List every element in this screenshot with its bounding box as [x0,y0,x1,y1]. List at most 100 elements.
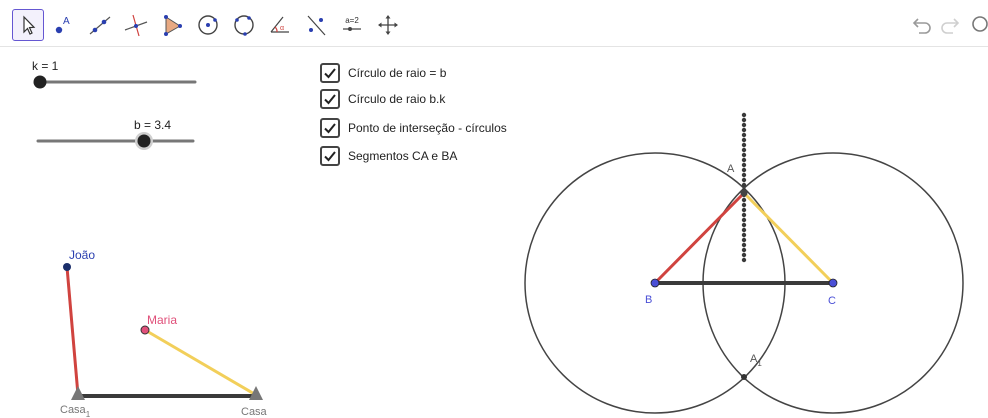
locus-dot [741,132,747,138]
checkbox-segments-ca-ba[interactable]: Segmentos CA e BA [320,145,457,167]
checkbox-intersection-point[interactable]: Ponto de interseção - círculos [320,117,507,139]
joao-point[interactable] [63,263,71,271]
joao-label: João [69,248,95,262]
svg-text:α: α [280,25,284,32]
polygon-tool-button[interactable] [156,9,188,41]
locus-dot [741,117,747,123]
label-c: C [828,295,836,307]
checkmark-icon [324,123,336,134]
locus-dot [741,207,747,213]
line-tool-button[interactable] [84,9,116,41]
locus-dot [741,217,747,223]
slider-icon-text: a=2 [345,16,359,25]
casa1-label-sub: 1 [86,410,91,418]
circle-center-point-tool-icon [198,15,218,35]
point-a1[interactable] [741,374,747,380]
slider-b[interactable] [30,130,200,152]
segment-ca [742,191,835,285]
locus-dot [741,247,747,253]
casa1-label: Casa1 [60,404,91,418]
locus-dot [741,137,747,143]
locus-dot [741,162,747,168]
locus-dot [741,237,747,243]
checkmark-icon [324,68,336,79]
locus-dot [741,232,747,238]
casa1-label-main: Casa [60,404,87,416]
angle-tool-icon: α [270,16,289,33]
slider-k-handle[interactable] [33,75,47,89]
slider-tool-icon: a=2 [343,16,361,31]
checkbox-circle-radius-b[interactable]: Círculo de raio = b [320,62,446,84]
point-tool-button[interactable]: A [48,9,80,41]
checkmark-icon [324,94,336,105]
checkbox-label: Ponto de interseção - círculos [348,121,507,135]
segment-ba [653,191,746,285]
angle-tool-button[interactable]: α [264,9,296,41]
move-graphics-view-tool-button[interactable] [372,9,404,41]
locus-dot [741,252,747,258]
locus-dot [741,227,747,233]
checkbox-label: Círculo de raio b.k [348,92,446,106]
reflect-about-line-tool-button[interactable] [300,9,332,41]
locus-dot [741,152,747,158]
locus-dot [741,212,747,218]
locus-dot [741,222,747,228]
checkbox-circle-radius-bk[interactable]: Círculo de raio b.k [320,88,445,110]
locus-dot [741,177,747,183]
locus-dot [741,202,747,208]
label-b: B [645,294,652,306]
move-graphics-view-tool-icon [378,15,398,35]
move-tool-button[interactable] [12,9,44,41]
more-options-icon[interactable] [966,12,988,36]
line-tool-icon [89,16,111,35]
left-figure: João Maria Casa1 Casa [60,248,268,418]
locus-dot [741,257,747,263]
slider-b-handle[interactable] [137,134,151,148]
polygon-tool-icon [164,15,182,36]
locus-dot [741,242,747,248]
slider-tool-button[interactable]: a=2 [336,9,368,41]
segment-joao-casa1 [65,266,80,396]
slider-k[interactable] [30,72,200,92]
point-b[interactable] [650,278,660,288]
perpendicular-line-tool-button[interactable] [120,9,152,41]
circle-center-point-tool-button[interactable] [192,9,224,41]
point-c[interactable] [828,278,838,288]
locus-dot [741,197,747,203]
locus-dot [741,122,747,128]
checkmark-icon [324,151,336,162]
locus-dot [741,167,747,173]
label-a: A [727,163,735,175]
locus-dot [741,112,747,118]
circle-three-points-tool-button[interactable] [228,9,260,41]
locus-dot [741,157,747,163]
locus-dot [741,147,747,153]
checkbox-label: Círculo de raio = b [348,66,447,80]
checkbox-box[interactable] [320,146,340,166]
label-a1-sub: 1 [757,359,762,368]
redo-icon[interactable] [938,12,962,36]
right-figure: A B C A1 [524,112,964,414]
checkbox-box[interactable] [320,63,340,83]
locus-dot [741,127,747,133]
undo-icon[interactable] [910,12,934,36]
locus-dot [741,172,747,178]
checkbox-label: Segmentos CA e BA [348,149,458,163]
point-tool-icon: A [55,16,70,34]
casa-label: Casa [241,406,268,418]
point-a[interactable] [740,189,748,197]
maria-point[interactable] [140,325,150,335]
toolbar: A α a=2 [0,0,988,47]
locus-dot [741,182,747,188]
checkbox-box[interactable] [320,118,340,138]
checkbox-box[interactable] [320,89,340,109]
casa1-point[interactable] [71,386,85,400]
locus-dot [741,142,747,148]
slider-k-label: k = 1 [32,59,59,73]
maria-label: Maria [147,313,177,327]
svg-text:A: A [63,16,70,27]
move-tool-icon [23,15,36,35]
segment-maria-casa [144,328,257,397]
circle-three-points-tool-icon [234,15,254,36]
perpendicular-line-tool-icon [124,14,148,37]
